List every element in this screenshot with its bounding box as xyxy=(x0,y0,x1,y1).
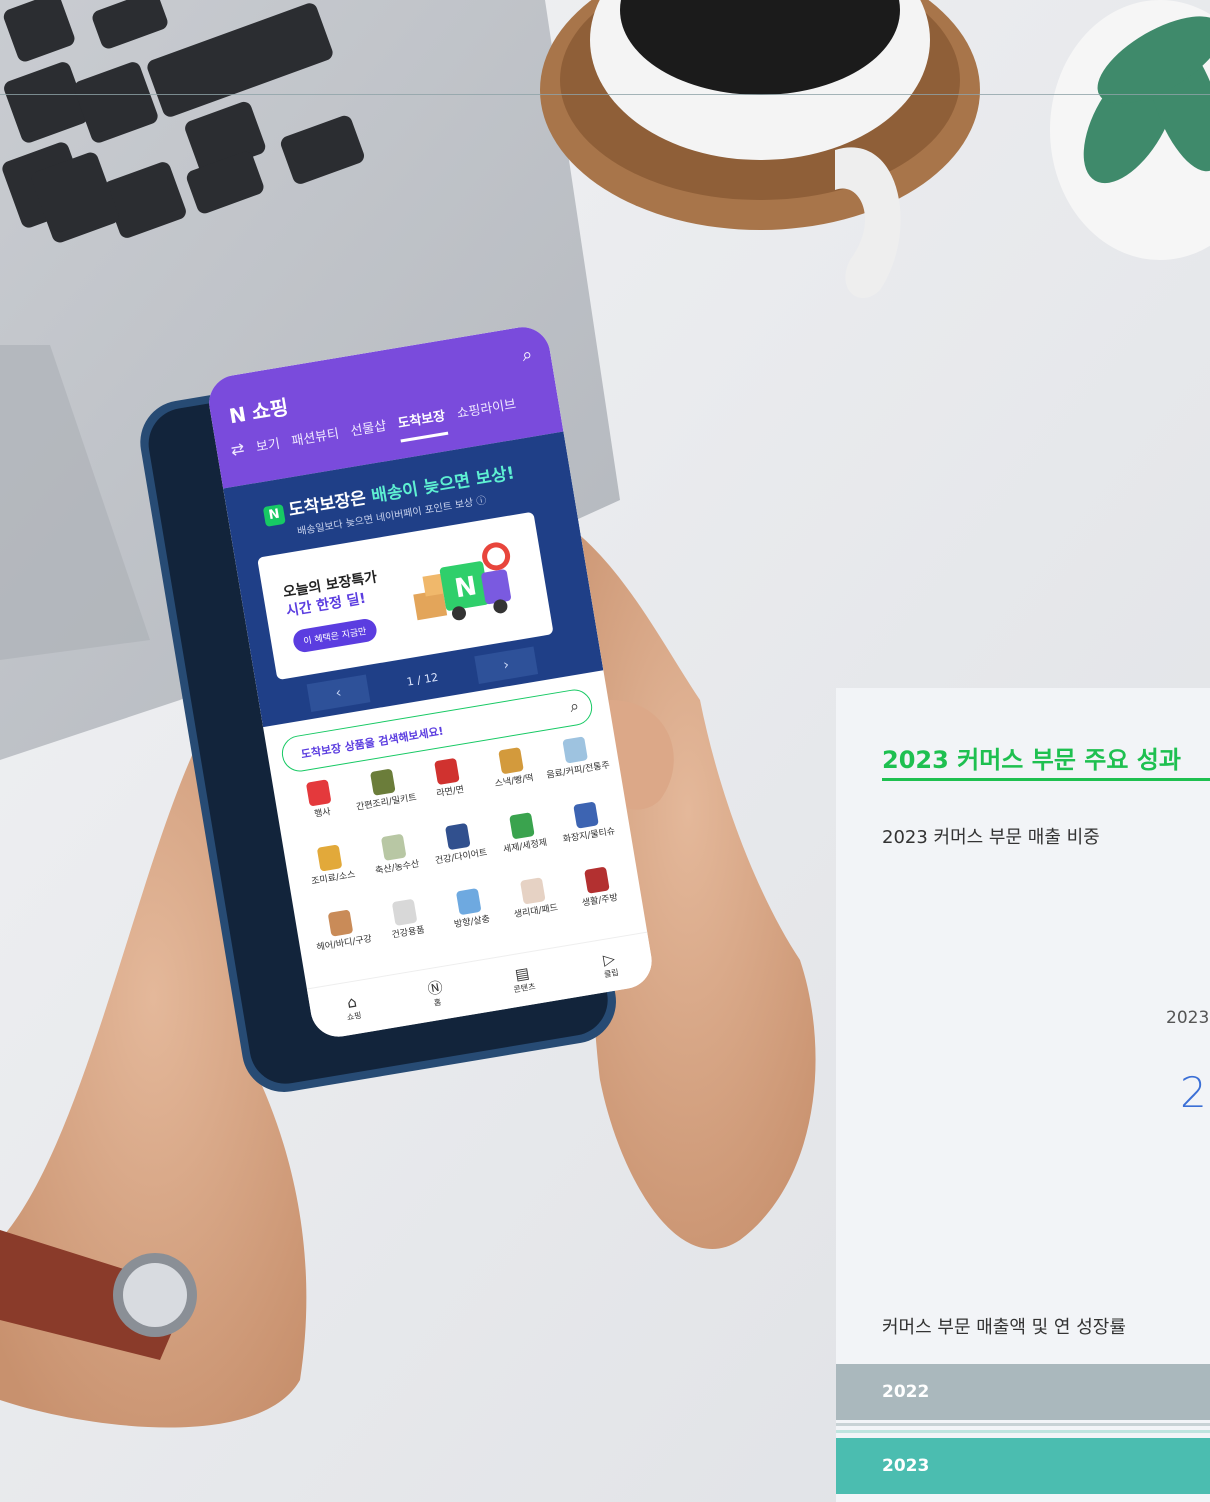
category-label: 생리대/패드 xyxy=(513,903,559,921)
category-label: 세제/세정제 xyxy=(502,837,548,856)
category-item[interactable]: 생활/주방 xyxy=(563,863,636,927)
category-label: 음료/커피/전통주 xyxy=(545,760,611,781)
category-grid: 행사 간편조리/밀키트 라면/면 스낵/빵/떡 음료/커피/전통주조미료/소스 축산/농수… xyxy=(285,733,635,970)
bag-icon: ⌂ xyxy=(345,992,359,1012)
search-placeholder: 도착보장 상품을 검색해보세요! xyxy=(300,724,445,762)
category-label: 생활/주방 xyxy=(581,893,619,909)
category-label: 헤어/바디/구강 xyxy=(316,934,373,954)
category-icon xyxy=(434,757,460,786)
category-icon xyxy=(583,866,610,894)
category-label: 방향/살충 xyxy=(453,914,491,931)
category-item[interactable]: 조미료/소스 xyxy=(296,841,369,905)
category-item[interactable]: 스낵/빵/떡 xyxy=(477,744,550,808)
category-item[interactable]: 간편조리/밀키트 xyxy=(349,765,422,829)
tab-item[interactable]: 선물샵 xyxy=(349,415,389,451)
category-item[interactable]: 헤어/바디/구강 xyxy=(307,906,380,970)
naver-n-icon: N xyxy=(227,401,248,429)
category-icon xyxy=(561,736,588,764)
tab-item[interactable]: 보기 xyxy=(254,433,283,467)
category-item[interactable]: 음료/커피/전통주 xyxy=(541,733,614,797)
category-label: 건강/다이어트 xyxy=(434,847,489,867)
category-icon xyxy=(508,812,535,840)
category-item[interactable]: 방향/살충 xyxy=(435,884,508,948)
section-title: 2023 커머스 부문 주요 성과 xyxy=(882,746,1181,774)
home-icon: Ⓝ xyxy=(426,978,445,999)
category-label: 축산/농수산 xyxy=(374,859,421,877)
nav-item[interactable]: ⌂ 쇼핑 xyxy=(343,992,363,1023)
category-icon xyxy=(572,801,599,829)
category-item[interactable]: 화장지/물티슈 xyxy=(552,798,625,862)
category-label: 건강용품 xyxy=(391,925,426,941)
category-label: 화장지/물티슈 xyxy=(562,826,616,846)
prev-button[interactable]: ‹ xyxy=(306,674,371,713)
brand-logo[interactable]: N쇼핑 xyxy=(227,391,291,429)
category-icon xyxy=(381,833,407,861)
brand-label: 쇼핑 xyxy=(249,394,291,425)
category-label: 스낵/빵/떡 xyxy=(494,773,535,790)
category-icon xyxy=(455,887,482,916)
nav-item[interactable]: Ⓝ 홈 xyxy=(426,978,445,1009)
deal-card-title: 오늘의 보장특가 시간 한정 딜! xyxy=(281,569,379,620)
bar-divider xyxy=(836,1423,1210,1426)
category-icon xyxy=(317,844,343,872)
category-icon xyxy=(519,877,546,905)
nav-label: 홈 xyxy=(433,997,442,1008)
nav-label: 클립 xyxy=(603,967,620,980)
category-item[interactable]: 건강/다이어트 xyxy=(424,819,497,883)
nav-label: 콘텐츠 xyxy=(512,981,537,995)
tab-item[interactable]: 쇼핑라이브 xyxy=(455,393,519,432)
category-item[interactable]: 라면/면 xyxy=(413,754,486,818)
page-indicator: 1 / 12 xyxy=(405,670,440,689)
category-item[interactable]: 생리대/패드 xyxy=(499,874,572,938)
chat-search-icon[interactable]: ⌕ xyxy=(521,344,534,366)
category-item[interactable]: 축산/농수산 xyxy=(360,830,433,894)
nav-item[interactable]: ▤ 콘텐츠 xyxy=(510,964,536,995)
swap-icon[interactable]: ⇄ xyxy=(229,439,247,471)
sales-subtitle: 커머스 부문 매출액 및 연 성장률 xyxy=(882,1317,1126,1338)
category-icon xyxy=(444,822,471,851)
category-icon xyxy=(391,898,418,926)
share-subtitle: 2023 커머스 부문 매출 비중 xyxy=(882,827,1100,848)
chart-year-label: 2023 xyxy=(1166,1008,1210,1028)
category-icon xyxy=(306,779,332,807)
category-item[interactable]: 세제/세정제 xyxy=(488,809,561,873)
top-divider-line xyxy=(0,94,1210,95)
clip-icon: ▷ xyxy=(601,949,617,970)
year-bar-2023: 2023 xyxy=(836,1438,1210,1494)
category-label: 라면/면 xyxy=(435,784,465,800)
next-button[interactable]: › xyxy=(474,646,539,684)
category-icon xyxy=(328,909,354,937)
deal-card-button[interactable]: 이 혜택은 지금만 xyxy=(291,617,378,654)
title-underline xyxy=(882,778,1210,781)
bar-divider xyxy=(836,1430,1210,1433)
category-icon xyxy=(497,747,524,775)
report-panel: 2023 커머스 부문 주요 성과 2023 커머스 부문 매출 비중 2023… xyxy=(836,688,1210,1502)
category-item[interactable]: 행사 xyxy=(285,776,358,840)
category-label: 행사 xyxy=(313,807,332,820)
search-icon[interactable]: ⌕ xyxy=(568,696,580,717)
naver-badge-icon: N xyxy=(262,503,286,527)
nav-label: 쇼핑 xyxy=(346,1010,363,1023)
tab-item-active[interactable]: 도착보장 xyxy=(396,405,449,443)
year-bar-2022: 2022 xyxy=(836,1364,1210,1420)
chart-value: 2 xyxy=(1180,1068,1207,1117)
delivery-truck-icon: N xyxy=(413,542,511,621)
tab-item[interactable]: 패션뷰티 xyxy=(290,423,342,460)
category-item[interactable]: 건강용품 xyxy=(371,895,444,959)
category-icon xyxy=(370,768,396,796)
svg-text:N: N xyxy=(453,571,479,604)
category-label: 조미료/소스 xyxy=(310,870,357,888)
category-label: 간편조리/밀키트 xyxy=(355,792,418,813)
nav-item[interactable]: ▷ 클립 xyxy=(600,949,620,980)
